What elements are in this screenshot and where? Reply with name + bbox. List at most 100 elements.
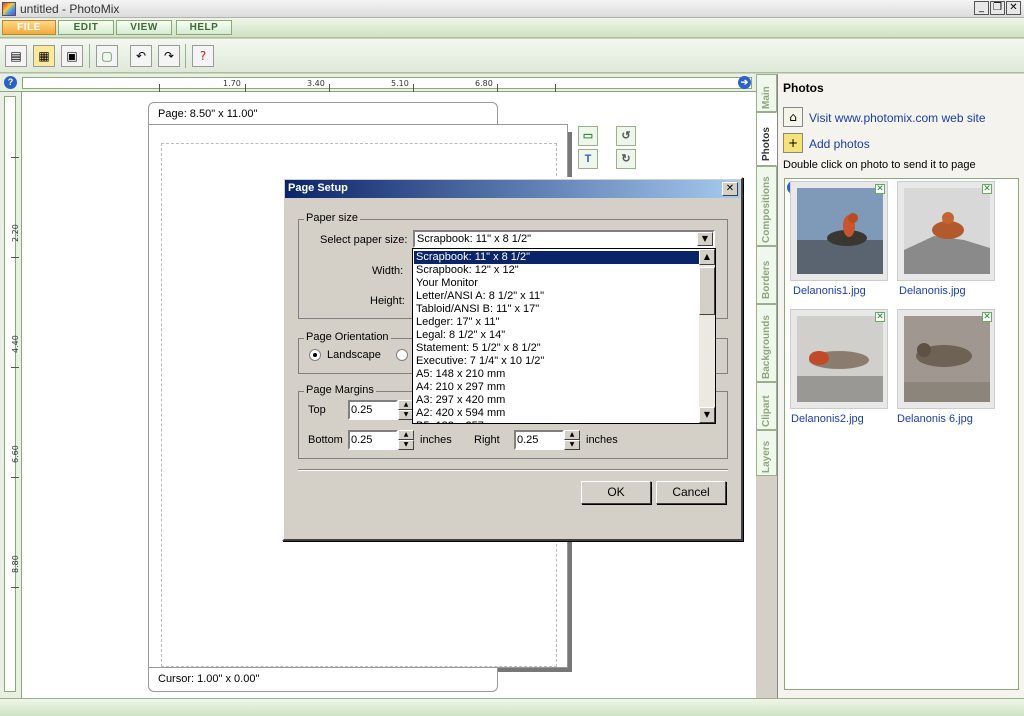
paper-size-option[interactable]: Scrapbook: 12" x 12": [414, 264, 699, 277]
tab-borders[interactable]: Borders: [756, 246, 777, 304]
ruler-label: 3.40: [307, 79, 325, 88]
home-icon[interactable]: ⌂: [783, 107, 803, 127]
tab-photos[interactable]: Photos: [756, 112, 777, 166]
paper-size-option[interactable]: Your Monitor: [414, 277, 699, 290]
paper-size-option[interactable]: Statement: 5 1/2" x 8 1/2": [414, 342, 699, 355]
paper-size-option[interactable]: B5: 182 x 257 mm: [414, 420, 699, 423]
right-unit-label: inches: [586, 434, 618, 446]
dialog-close-icon[interactable]: ✕: [722, 182, 738, 196]
right-margin-input[interactable]: 0.25: [514, 430, 564, 450]
add-photos-link[interactable]: Add photos: [809, 137, 870, 151]
open-folder-icon[interactable]: ▦: [33, 45, 55, 67]
save-icon[interactable]: ▣: [61, 45, 83, 67]
text-tool-icon[interactable]: T: [578, 149, 598, 169]
tab-backgrounds[interactable]: Backgrounds: [756, 304, 777, 382]
lizard-photo: [797, 188, 883, 274]
photo-name[interactable]: Delanonis1.jpg: [793, 285, 866, 297]
paper-size-option[interactable]: Tabloid/ANSI B: 11" x 17": [414, 303, 699, 316]
photo-thumbnail[interactable]: ✕: [897, 309, 995, 409]
paper-size-value: Scrapbook: 11" x 8 1/2": [417, 233, 532, 245]
image-tool-icon[interactable]: ▭: [578, 126, 598, 146]
photo-thumbnail[interactable]: ✕: [790, 309, 888, 409]
close-window-button[interactable]: ✕: [1006, 1, 1021, 15]
paper-size-option[interactable]: Letter/ANSI A: 8 1/2" x 11": [414, 290, 699, 303]
paper-size-option[interactable]: Executive: 7 1/4" x 10 1/2": [414, 355, 699, 368]
toolbar-separator: [185, 44, 186, 68]
menu-edit[interactable]: EDIT: [58, 20, 114, 35]
bottom-margin-input[interactable]: 0.25: [348, 430, 398, 450]
photo-gallery: ? ✕ Delanonis1.jpg ✕ Delanonis.jpg: [784, 178, 1019, 690]
menu-help[interactable]: HELP: [176, 20, 232, 35]
photo-thumbnail[interactable]: ✕: [790, 181, 888, 281]
ruler-help-icon[interactable]: ?: [4, 76, 17, 89]
menu-bar: FILE EDIT VIEW HELP: [0, 18, 1024, 38]
scroll-up-icon[interactable]: ▲: [699, 249, 715, 265]
ok-button[interactable]: OK: [581, 481, 651, 504]
new-page-icon[interactable]: ▤: [5, 45, 27, 67]
bottom-margin-stepper[interactable]: ▲ ▼: [398, 430, 414, 450]
page-size-tab: Page: 8.50" x 11.00": [148, 102, 498, 126]
lizard-photo: [904, 316, 990, 402]
menu-view[interactable]: VIEW: [116, 20, 172, 35]
scroll-down-icon[interactable]: ▼: [699, 407, 715, 423]
minimize-button[interactable]: _: [974, 1, 989, 15]
tab-clipart[interactable]: Clipart: [756, 382, 777, 430]
paper-size-option[interactable]: A4: 210 x 297 mm: [414, 381, 699, 394]
tab-compositions[interactable]: Compositions: [756, 166, 777, 246]
paper-size-option[interactable]: Ledger: 17" x 11": [414, 316, 699, 329]
redo-icon[interactable]: ↷: [158, 45, 180, 67]
height-label: Height:: [370, 295, 405, 307]
window-title: untitled - PhotoMix: [20, 2, 120, 16]
remove-photo-icon[interactable]: ✕: [982, 184, 992, 194]
paper-size-option[interactable]: Scrapbook: 11" x 8 1/2": [414, 251, 699, 264]
remove-photo-icon[interactable]: ✕: [982, 312, 992, 322]
lizard-photo: [797, 316, 883, 402]
paper-size-option[interactable]: A5: 148 x 210 mm: [414, 368, 699, 381]
width-label: Width:: [372, 265, 404, 277]
photo-name[interactable]: Delanonis 6.jpg: [897, 413, 973, 425]
panel-hint: Double click on photo to send it to page: [783, 159, 976, 171]
paper-size-option[interactable]: A2: 420 x 594 mm: [414, 407, 699, 420]
photo-thumbnail[interactable]: ✕: [897, 181, 995, 281]
maximize-button[interactable]: ❐: [990, 1, 1005, 15]
chevron-down-icon[interactable]: ▼: [697, 232, 713, 246]
help-icon[interactable]: ?: [192, 45, 214, 67]
landscape-radio[interactable]: [309, 349, 321, 361]
add-photos-icon[interactable]: +: [783, 133, 803, 153]
rotate-left-icon[interactable]: ↺: [616, 126, 636, 146]
top-margin-input[interactable]: 0.25: [348, 400, 398, 420]
cancel-button[interactable]: Cancel: [656, 481, 726, 504]
remove-photo-icon[interactable]: ✕: [875, 184, 885, 194]
paper-size-option[interactable]: Legal: 8 1/2" x 14": [414, 329, 699, 342]
cursor-tab: Cursor: 1.00" x 0.00": [148, 668, 498, 692]
title-bar: untitled - PhotoMix _ ❐ ✕: [0, 0, 1024, 18]
tab-main[interactable]: Main: [756, 74, 777, 112]
horizontal-ruler: ? 1.70 3.40 5.10 6.80 ➔: [0, 74, 776, 92]
ruler-label: 1.70: [223, 79, 241, 88]
ruler-label: 2.20: [11, 224, 20, 242]
scroll-right-icon[interactable]: ➔: [738, 76, 751, 89]
photo-name[interactable]: Delanonis2.jpg: [791, 413, 864, 425]
photos-panel: Photos ⌂ Visit www.photomix.com web site…: [777, 74, 1024, 698]
tab-layers[interactable]: Layers: [756, 430, 777, 476]
status-bar: [0, 698, 1024, 716]
right-margin-stepper[interactable]: ▲ ▼: [564, 430, 580, 450]
portrait-radio[interactable]: [396, 349, 408, 361]
photo-name[interactable]: Delanonis.jpg: [899, 285, 966, 297]
undo-icon[interactable]: ↶: [130, 45, 152, 67]
margins-group-label: Page Margins: [304, 384, 376, 396]
dropdown-scrollbar[interactable]: ▲ ▼: [699, 249, 715, 423]
vertical-tab-strip: Main Photos Compositions Borders Backgro…: [756, 74, 777, 698]
page-setup-icon[interactable]: ▢: [96, 45, 118, 67]
visit-website-link[interactable]: Visit www.photomix.com web site: [809, 111, 986, 125]
paper-size-option[interactable]: A3: 297 x 420 mm: [414, 394, 699, 407]
remove-photo-icon[interactable]: ✕: [875, 312, 885, 322]
menu-file[interactable]: FILE: [2, 20, 56, 35]
panel-title: Photos: [783, 81, 824, 95]
rotate-right-icon[interactable]: ↻: [616, 149, 636, 169]
lizard-photo: [904, 188, 990, 274]
paper-size-combo[interactable]: Scrapbook: 11" x 8 1/2" ▼: [413, 230, 715, 248]
paper-size-dropdown-list[interactable]: B5: 182 x 257 mmA2: 420 x 594 mmA3: 297 …: [412, 248, 716, 424]
top-margin-label: Top: [308, 404, 326, 416]
scrollbar-thumb[interactable]: [699, 267, 715, 315]
